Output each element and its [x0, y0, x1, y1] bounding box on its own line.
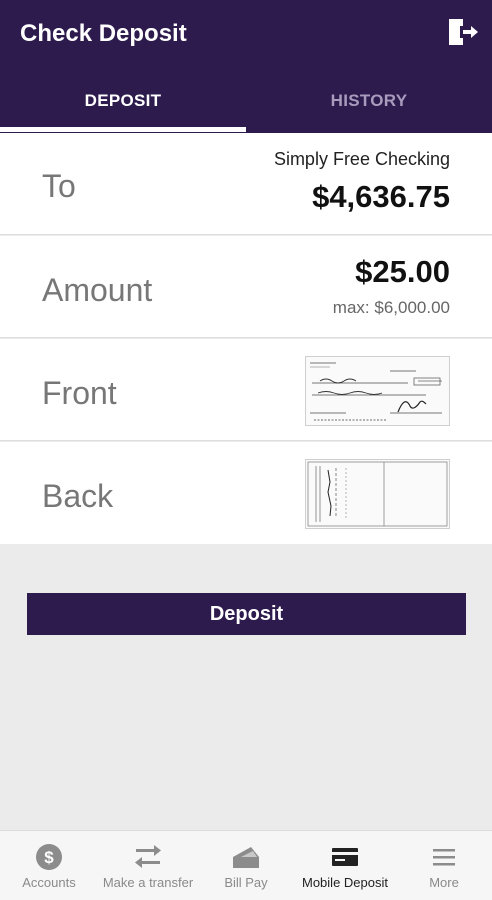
back-image-row[interactable]: Back: [0, 442, 492, 544]
nav-label: Accounts: [22, 875, 76, 890]
nav-label: More: [429, 875, 459, 890]
svg-text:$: $: [44, 848, 54, 867]
nav-label: Mobile Deposit: [302, 875, 388, 890]
check-front-thumbnail[interactable]: [305, 356, 450, 426]
account-name: Simply Free Checking: [273, 149, 450, 169]
tab-deposit[interactable]: DEPOSIT: [0, 88, 246, 114]
transfer-arrows-icon: [133, 843, 163, 876]
nav-mobile-deposit[interactable]: Mobile Deposit: [294, 831, 396, 900]
active-tab-indicator: [0, 127, 246, 132]
amount-value: $25.00: [355, 254, 450, 289]
nav-label: Make a transfer: [102, 875, 194, 890]
bottom-navigation: $ Accounts Make a transfer Bill Pay Mobi…: [0, 830, 492, 900]
to-label: To: [42, 168, 76, 204]
tab-history[interactable]: HISTORY: [246, 88, 492, 114]
check-back-thumbnail[interactable]: [305, 459, 450, 529]
amount-row[interactable]: Amount $25.00 max: $6,000.00: [0, 236, 492, 338]
nav-make-a-transfer[interactable]: Make a transfer: [98, 831, 198, 900]
page-title: Check Deposit: [20, 20, 187, 47]
front-label: Front: [42, 375, 117, 411]
menu-icon: [430, 843, 458, 876]
bill-pay-icon: [231, 843, 261, 876]
back-label: Back: [42, 478, 114, 514]
deposit-button[interactable]: Deposit: [27, 593, 466, 635]
account-balance: $4,636.75: [312, 179, 450, 214]
app-bar: Check Deposit DEPOSIT HISTORY: [0, 0, 492, 133]
nav-bill-pay[interactable]: Bill Pay: [198, 831, 294, 900]
logout-icon[interactable]: [446, 17, 480, 47]
amount-max: max: $6,000.00: [332, 298, 450, 317]
nav-accounts[interactable]: $ Accounts: [0, 831, 98, 900]
dollar-circle-icon: $: [35, 843, 63, 876]
to-account-row[interactable]: To Simply Free Checking $4,636.75: [0, 133, 492, 235]
mobile-deposit-icon: [330, 843, 360, 876]
front-image-row[interactable]: Front: [0, 339, 492, 441]
nav-more[interactable]: More: [396, 831, 492, 900]
nav-label: Bill Pay: [224, 875, 268, 890]
amount-label: Amount: [42, 272, 153, 308]
